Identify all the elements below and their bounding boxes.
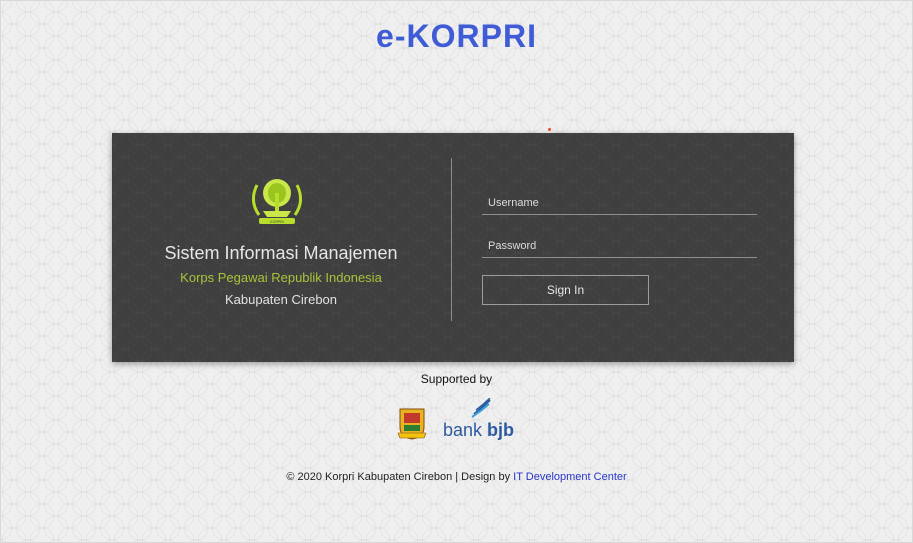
login-panel: KORPRI Sistem Informasi Manajemen Korps … bbox=[112, 133, 794, 362]
decorative-dot bbox=[548, 128, 551, 131]
bjb-word: bjb bbox=[487, 420, 515, 440]
sign-in-button[interactable]: Sign In bbox=[482, 275, 649, 305]
bank-bjb-logo-icon bbox=[471, 398, 491, 418]
panel-divider bbox=[451, 158, 452, 321]
organization-name: Korps Pegawai Republik Indonesia bbox=[180, 270, 382, 285]
page-title: e-KORPRI bbox=[376, 18, 537, 54]
cirebon-crest-icon bbox=[397, 408, 427, 440]
bank-bjb-logo-text: bank bjb bbox=[443, 420, 514, 441]
korpri-logo-icon: KORPRI bbox=[252, 179, 302, 224]
designer-link[interactable]: IT Development Center bbox=[513, 471, 627, 483]
username-field[interactable] bbox=[482, 192, 757, 215]
bank-word: bank bbox=[443, 420, 488, 440]
copyright-text: © 2020 Korpri Kabupaten Cirebon | Design… bbox=[286, 471, 514, 483]
password-field[interactable] bbox=[482, 235, 757, 258]
footer: © 2020 Korpri Kabupaten Cirebon | Design… bbox=[0, 471, 913, 483]
korpri-logo-text: KORPRI bbox=[270, 220, 283, 224]
app-name: Sistem Informasi Manajemen bbox=[164, 243, 398, 263]
supported-by-label: Supported by bbox=[420, 372, 493, 386]
region-name: Kabupaten Cirebon bbox=[224, 292, 338, 307]
